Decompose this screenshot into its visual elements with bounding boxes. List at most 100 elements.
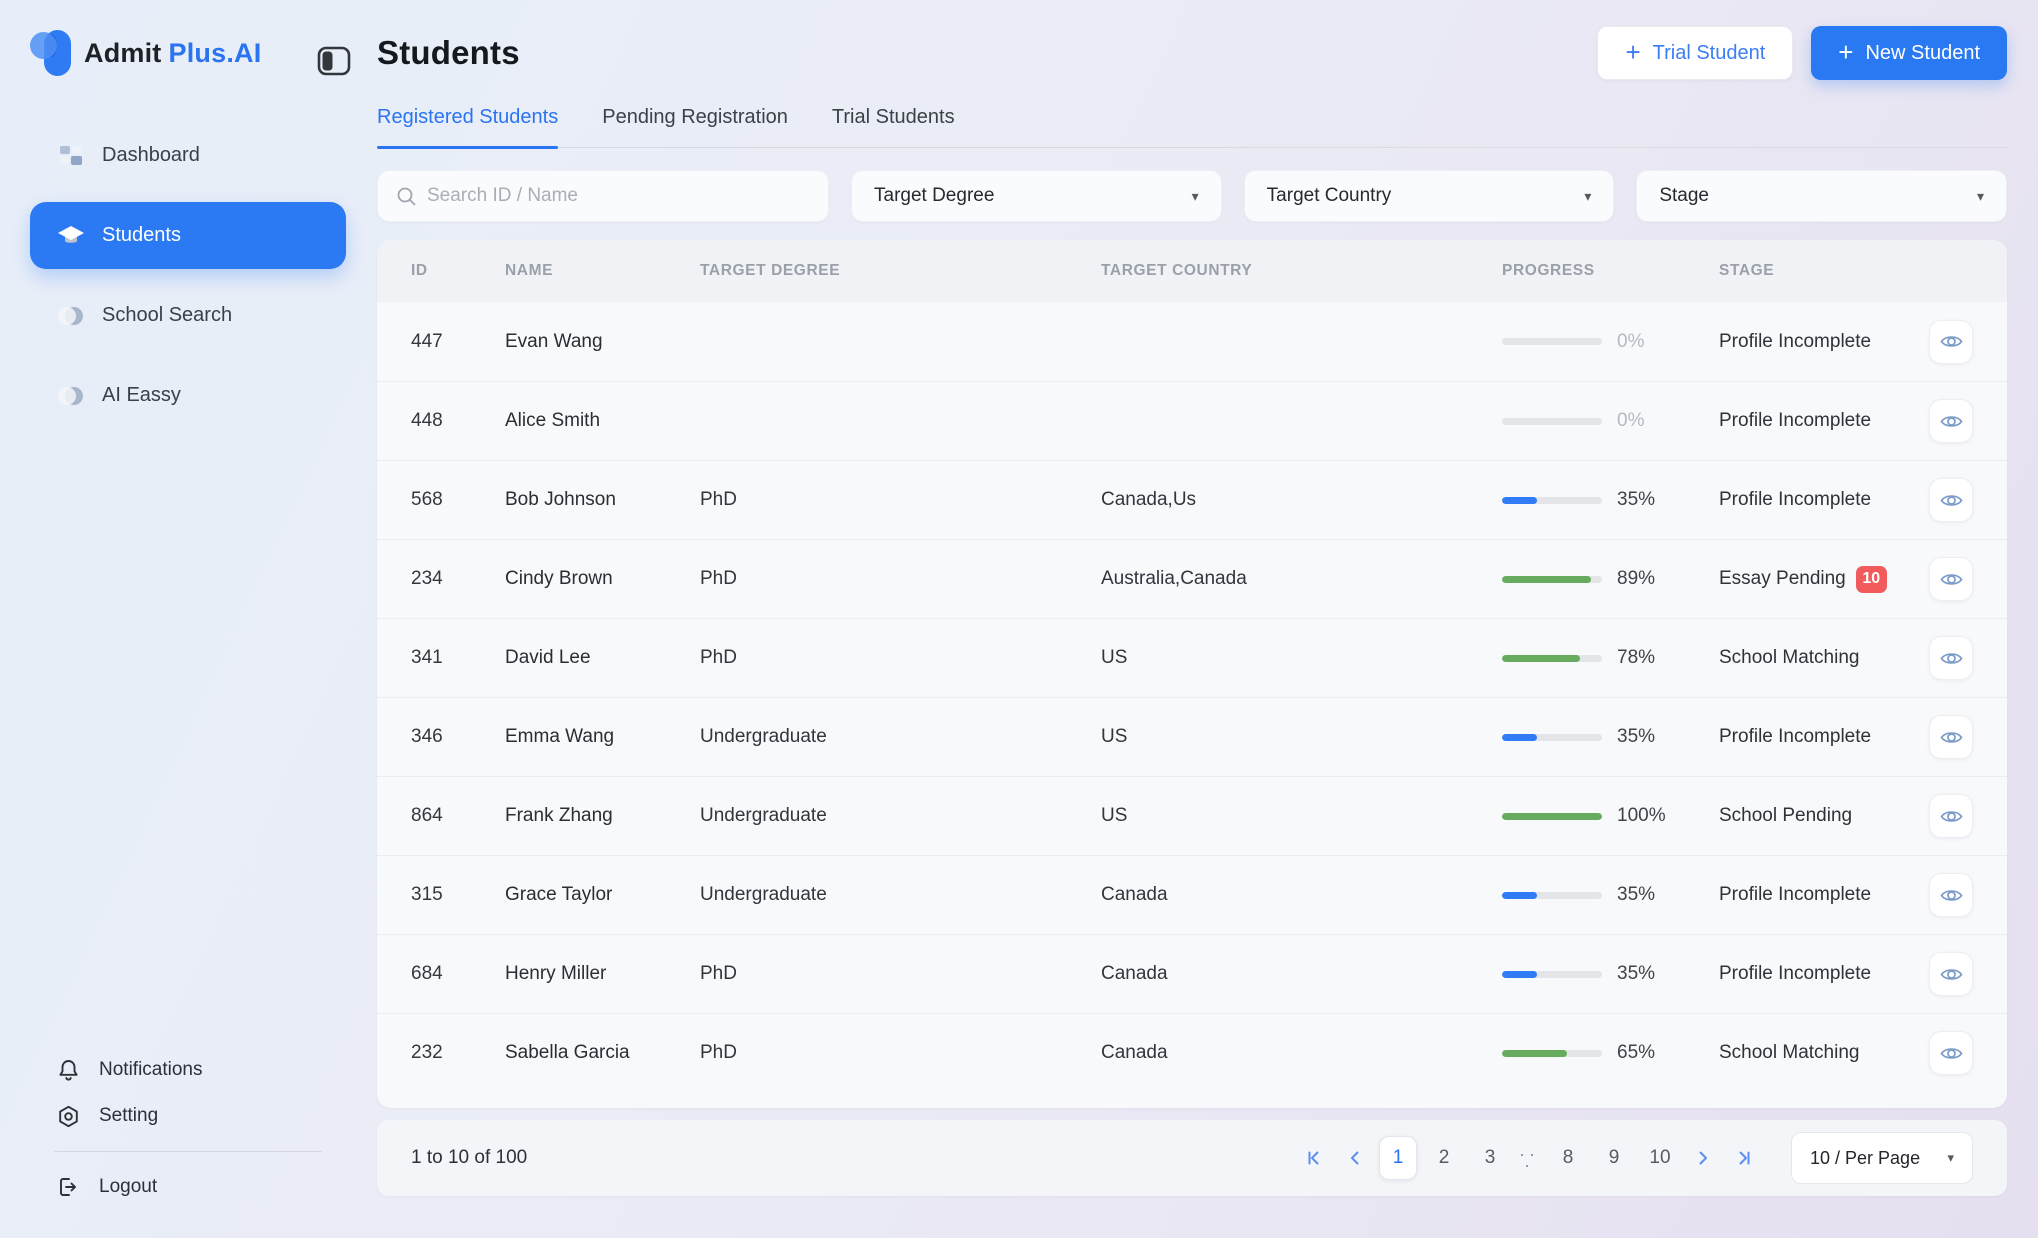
sidebar: Admit Plus.AI Dashboard xyxy=(0,0,360,1238)
progress-bar xyxy=(1502,338,1602,345)
progress-percent: 89% xyxy=(1617,568,1655,590)
cell-name: Cindy Brown xyxy=(505,568,700,590)
view-student-button[interactable] xyxy=(1929,1031,1973,1075)
stage-text: School Matching xyxy=(1719,1042,1859,1064)
table-row: 341David LeePhDUS78%School Matching xyxy=(377,618,2007,697)
page-button[interactable]: 2 xyxy=(1425,1136,1463,1180)
stage-text: Profile Incomplete xyxy=(1719,963,1871,985)
table-row: 684Henry MillerPhDCanada35%Profile Incom… xyxy=(377,934,2007,1013)
first-page-icon[interactable] xyxy=(1299,1138,1331,1178)
sidebar-item-setting[interactable]: Setting xyxy=(30,1093,346,1139)
progress-percent: 100% xyxy=(1617,805,1666,827)
progress-bar xyxy=(1502,418,1602,425)
cell-target-degree: Undergraduate xyxy=(700,884,1101,906)
tab-bar: Registered Students Pending Registration… xyxy=(377,106,2007,148)
view-student-button[interactable] xyxy=(1929,557,1973,601)
students-table: ID NAME TARGET DEGREE TARGET COUNTRY PRO… xyxy=(377,240,2007,1108)
tab-registered-students[interactable]: Registered Students xyxy=(377,106,558,147)
view-student-button[interactable] xyxy=(1929,320,1973,364)
stage-text: Profile Incomplete xyxy=(1719,410,1871,432)
sidebar-item-students[interactable]: Students xyxy=(30,202,346,269)
new-student-label: New Student xyxy=(1865,42,1980,65)
overlapping-circles-icon xyxy=(57,383,85,409)
progress-percent: 0% xyxy=(1617,410,1644,432)
page-button[interactable]: 8 xyxy=(1549,1136,1587,1180)
sidebar-item-notifications[interactable]: Notifications xyxy=(30,1047,346,1093)
progress-bar xyxy=(1502,497,1602,504)
stage-text: Profile Incomplete xyxy=(1719,884,1871,906)
column-header-target-country: TARGET COUNTRY xyxy=(1101,262,1502,280)
tab-pending-registration[interactable]: Pending Registration xyxy=(602,106,788,147)
stage-text: Profile Incomplete xyxy=(1719,331,1871,353)
sidebar-divider xyxy=(54,1151,322,1152)
search-input[interactable] xyxy=(427,185,810,207)
sidebar-item-logout[interactable]: Logout xyxy=(30,1164,346,1210)
chevron-down-icon: ▾ xyxy=(1584,188,1591,205)
view-student-button[interactable] xyxy=(1929,873,1973,917)
page-button[interactable]: 9 xyxy=(1595,1136,1633,1180)
cell-progress: 78% xyxy=(1502,647,1719,669)
panel-collapse-icon[interactable] xyxy=(317,46,351,76)
sidebar-item-school-search[interactable]: School Search xyxy=(30,282,346,349)
progress-bar xyxy=(1502,892,1602,899)
cell-progress: 35% xyxy=(1502,489,1719,511)
progress-percent: 35% xyxy=(1617,884,1655,906)
search-box[interactable] xyxy=(377,170,829,222)
next-page-icon[interactable] xyxy=(1687,1138,1719,1178)
progress-percent: 65% xyxy=(1617,1042,1655,1064)
cell-stage: Profile Incomplete xyxy=(1719,963,1897,985)
view-student-button[interactable] xyxy=(1929,715,1973,759)
view-student-button[interactable] xyxy=(1929,478,1973,522)
cell-stage: Profile Incomplete xyxy=(1719,410,1897,432)
target-country-select[interactable]: Target Country ▾ xyxy=(1244,170,1615,222)
cell-progress: 100% xyxy=(1502,805,1719,827)
per-page-select[interactable]: 10 / Per Page ▾ xyxy=(1791,1132,1973,1184)
cell-target-country: Canada xyxy=(1101,963,1502,985)
cell-name: David Lee xyxy=(505,647,700,669)
view-student-button[interactable] xyxy=(1929,952,1973,996)
cell-id: 568 xyxy=(411,489,505,511)
view-student-button[interactable] xyxy=(1929,636,1973,680)
cell-target-degree: PhD xyxy=(700,1042,1101,1064)
pagination-bar: 1 to 10 of 100 1 2 3 ··· 8 9 10 xyxy=(377,1120,2007,1196)
progress-bar xyxy=(1502,734,1602,741)
sidebar-footer: Notifications Setting xyxy=(30,1047,346,1210)
progress-bar xyxy=(1502,655,1602,662)
sidebar-item-dashboard[interactable]: Dashboard xyxy=(30,122,346,189)
table-row: 447Evan Wang0%Profile Incomplete xyxy=(377,302,2007,381)
cell-stage: School Matching xyxy=(1719,647,1897,669)
graduation-cap-icon xyxy=(57,223,85,249)
page-button[interactable]: 3 xyxy=(1471,1136,1509,1180)
chevron-down-icon: ▾ xyxy=(1947,1150,1954,1166)
view-student-button[interactable] xyxy=(1929,794,1973,838)
sidebar-item-label: Students xyxy=(102,224,181,247)
sidebar-item-label: School Search xyxy=(102,304,232,327)
table-header: ID NAME TARGET DEGREE TARGET COUNTRY PRO… xyxy=(377,240,2007,302)
cell-name: Evan Wang xyxy=(505,331,700,353)
prev-page-icon[interactable] xyxy=(1339,1138,1371,1178)
new-student-button[interactable]: + New Student xyxy=(1811,26,2007,80)
page-button[interactable]: 1 xyxy=(1379,1136,1417,1180)
pagination-controls: 1 2 3 ··· 8 9 10 10 / Per P xyxy=(1299,1132,1973,1184)
search-icon xyxy=(396,186,417,207)
cell-progress: 35% xyxy=(1502,726,1719,748)
bell-icon xyxy=(54,1057,82,1083)
page-button[interactable]: 10 xyxy=(1641,1136,1679,1180)
table-row: 232Sabella GarciaPhDCanada65%School Matc… xyxy=(377,1013,2007,1092)
tab-trial-students[interactable]: Trial Students xyxy=(832,106,955,147)
stage-text: School Matching xyxy=(1719,647,1859,669)
cell-id: 684 xyxy=(411,963,505,985)
target-country-label: Target Country xyxy=(1267,185,1392,207)
stage-text: Essay Pending xyxy=(1719,568,1846,590)
progress-bar xyxy=(1502,576,1602,583)
cell-id: 232 xyxy=(411,1042,505,1064)
trial-student-button[interactable]: + Trial Student xyxy=(1597,26,1793,80)
stage-text: Profile Incomplete xyxy=(1719,489,1871,511)
view-student-button[interactable] xyxy=(1929,399,1973,443)
sidebar-item-ai-essay[interactable]: AI Eassy xyxy=(30,362,346,429)
stage-select[interactable]: Stage ▾ xyxy=(1636,170,2007,222)
sidebar-item-label: AI Eassy xyxy=(102,384,181,407)
last-page-icon[interactable] xyxy=(1727,1138,1759,1178)
target-degree-select[interactable]: Target Degree ▾ xyxy=(851,170,1222,222)
cell-progress: 89% xyxy=(1502,568,1719,590)
